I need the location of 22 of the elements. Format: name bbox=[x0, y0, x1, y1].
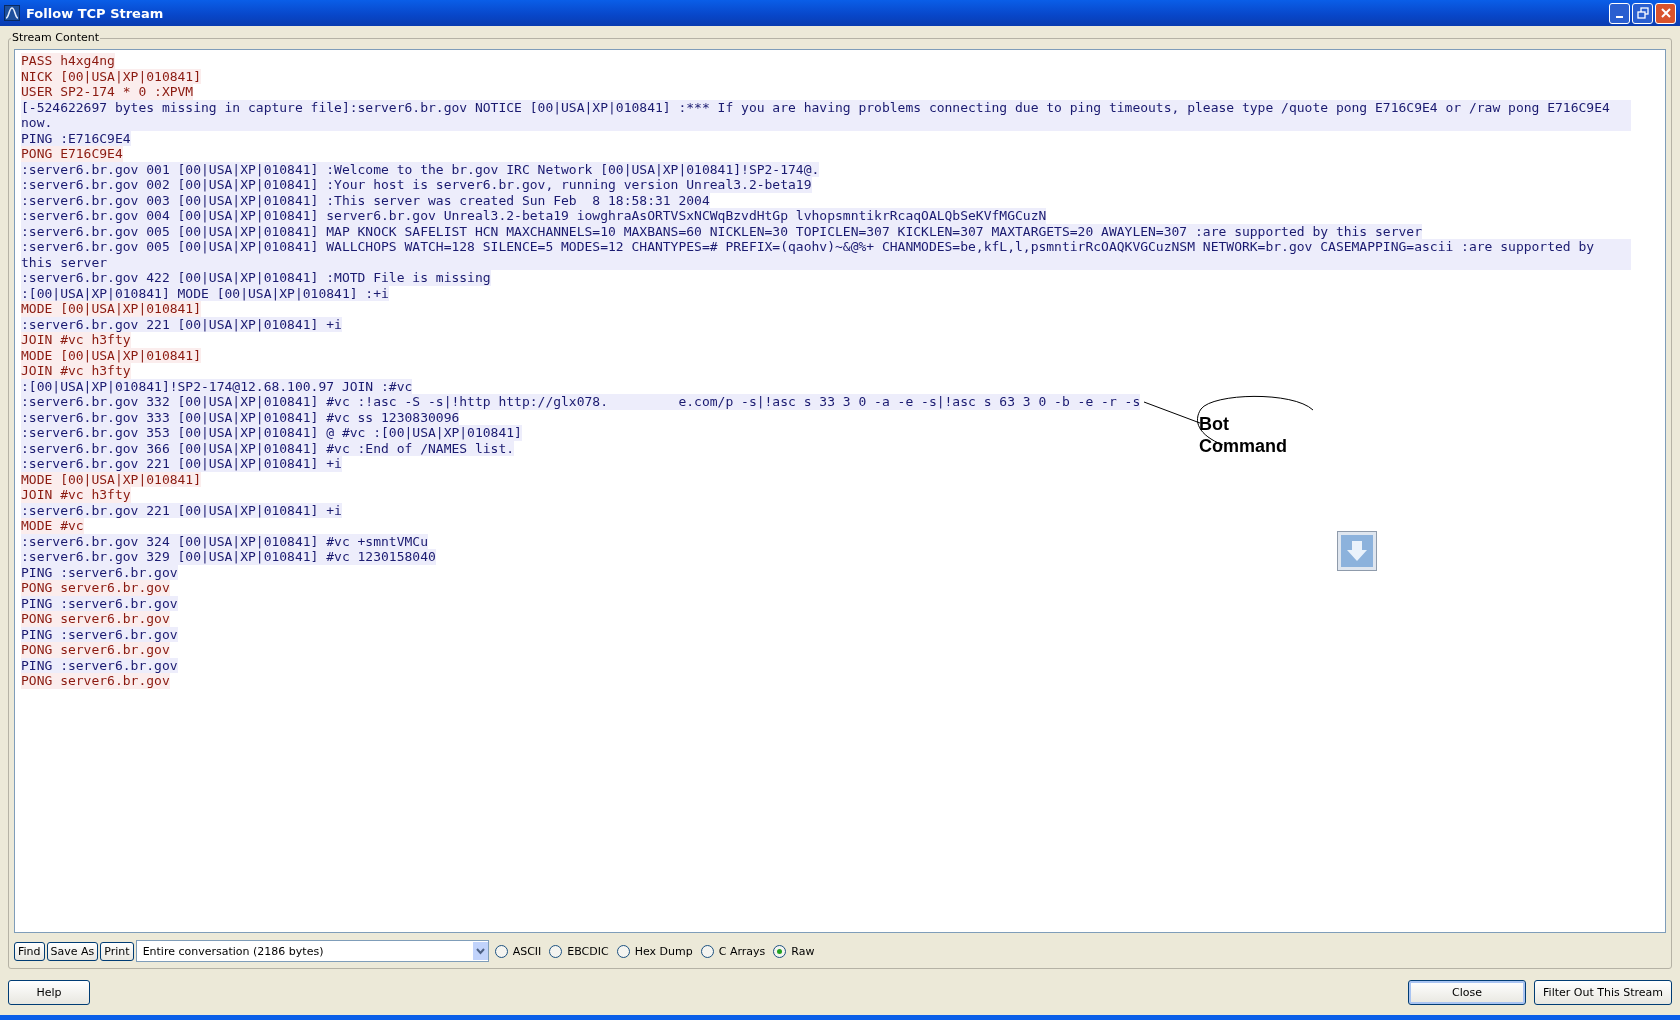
close-button[interactable] bbox=[1655, 2, 1676, 24]
group-label: Stream Content bbox=[11, 31, 101, 44]
annotation-text: Bot Command bbox=[1199, 413, 1288, 457]
window-title: Follow TCP Stream bbox=[26, 5, 164, 21]
close-dialog-button[interactable]: Close bbox=[1408, 980, 1527, 1005]
conversation-dropdown[interactable]: Entire conversation (2186 bytes) bbox=[135, 940, 489, 962]
format-radio[interactable]: EBCDIC bbox=[549, 944, 609, 958]
format-radio[interactable]: Raw bbox=[773, 944, 815, 958]
help-button[interactable]: Help bbox=[8, 980, 90, 1005]
toolbar-button[interactable]: Print bbox=[100, 941, 134, 961]
format-radio[interactable]: Hex Dump bbox=[616, 944, 693, 958]
close-icon bbox=[1659, 7, 1672, 19]
format-radio[interactable]: C Arrays bbox=[700, 944, 766, 958]
minimize-icon bbox=[1616, 15, 1623, 18]
format-radio[interactable]: ASCII bbox=[494, 944, 542, 958]
toolbar-button[interactable]: Save As bbox=[46, 941, 99, 961]
minimize-button[interactable] bbox=[1609, 2, 1630, 24]
filter-out-button[interactable]: Filter Out This Stream bbox=[1534, 980, 1672, 1005]
restore-button[interactable] bbox=[1632, 2, 1653, 24]
toolbar-button[interactable]: Find bbox=[14, 941, 45, 961]
app-icon bbox=[4, 5, 20, 21]
restore-icon bbox=[1636, 7, 1649, 19]
